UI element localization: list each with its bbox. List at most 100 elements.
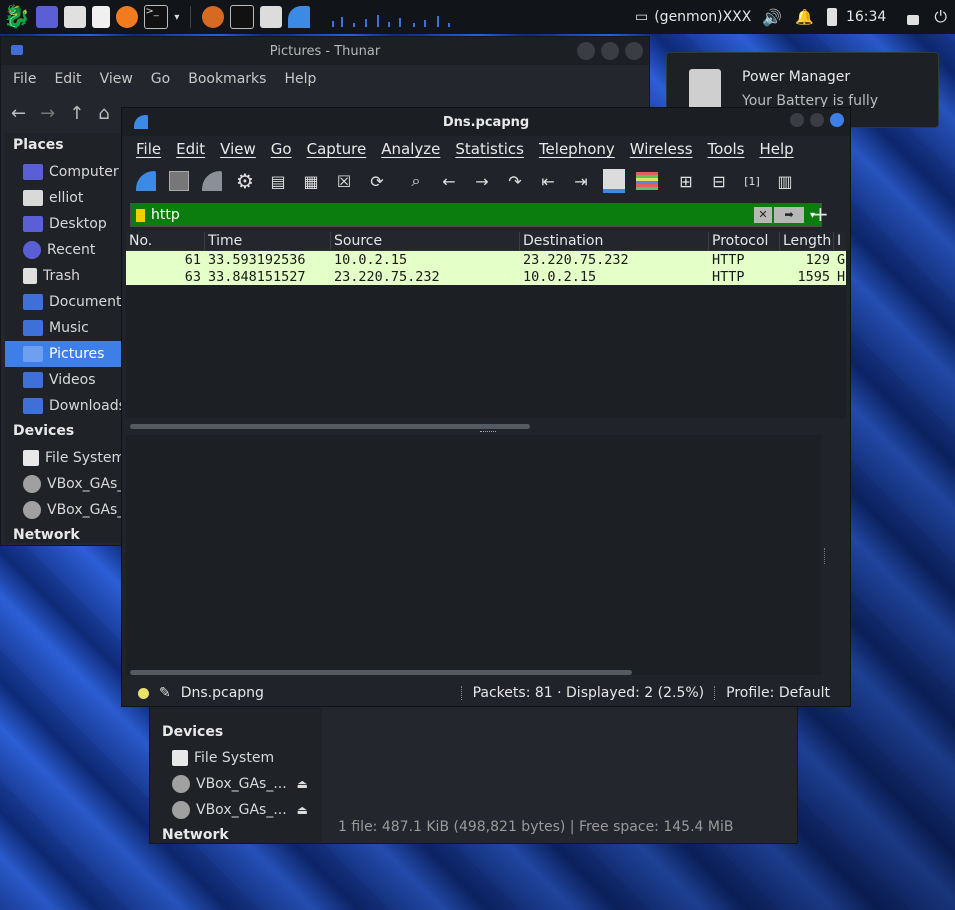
genmon-text[interactable]: (genmon)XXX bbox=[654, 4, 751, 30]
ws-menu-view[interactable]: View bbox=[220, 140, 256, 158]
column-protocol[interactable]: Protocol bbox=[709, 232, 780, 250]
save-file-icon[interactable]: ▦ bbox=[299, 169, 323, 193]
zoom-out-icon[interactable]: ⊟ bbox=[707, 169, 731, 193]
thunar-menu-edit[interactable]: Edit bbox=[54, 71, 81, 95]
kali-menu-button[interactable]: 🐉 bbox=[3, 4, 30, 30]
last-packet-icon[interactable]: ⇥ bbox=[569, 169, 593, 193]
thunar-maximize-button[interactable] bbox=[601, 42, 619, 60]
ws-menu-telephony[interactable]: Telephony bbox=[539, 140, 615, 158]
vertical-pane-grip[interactable] bbox=[824, 548, 828, 564]
up-arrow-icon[interactable]: ↑ bbox=[69, 103, 84, 124]
find-packet-icon[interactable]: ⌕ bbox=[404, 169, 428, 193]
stop-capture-icon[interactable] bbox=[167, 169, 191, 193]
zoom-in-icon[interactable]: ⊞ bbox=[674, 169, 698, 193]
sidebar-item-vbox-1[interactable]: VBox_GAs_... ⏏ bbox=[150, 771, 322, 797]
notifications-button[interactable]: 🔔 bbox=[795, 4, 814, 30]
ws-menu-go[interactable]: Go bbox=[271, 140, 292, 158]
volume-button[interactable]: 🔊 bbox=[762, 4, 782, 30]
display-filter-input[interactable]: http bbox=[151, 207, 754, 223]
taskbar-firefox[interactable] bbox=[202, 4, 225, 30]
go-back-icon[interactable]: ← bbox=[437, 169, 461, 193]
column-time[interactable]: Time bbox=[205, 232, 331, 250]
text-editor-launcher[interactable] bbox=[92, 4, 111, 30]
taskbar-thunar[interactable] bbox=[260, 4, 283, 30]
ws-menu-file[interactable]: File bbox=[136, 140, 161, 158]
sidebar-item-filesystem[interactable]: File System bbox=[150, 745, 322, 771]
capture-options-icon[interactable]: ⚙ bbox=[233, 169, 257, 193]
column-length[interactable]: Length bbox=[780, 232, 834, 250]
packet-list-scrollbar[interactable] bbox=[130, 424, 530, 429]
pane-splitter-handle[interactable] bbox=[480, 431, 496, 434]
sidebar-item-vbox-1[interactable]: VBox_GAs_ bbox=[5, 471, 122, 497]
ws-menu-wireless[interactable]: Wireless bbox=[630, 140, 693, 158]
ws-menu-help[interactable]: Help bbox=[759, 140, 793, 158]
terminal-launcher[interactable]: >_ bbox=[144, 4, 169, 30]
ws-menu-edit[interactable]: Edit bbox=[176, 140, 205, 158]
thunar-menu-file[interactable]: File bbox=[13, 71, 36, 95]
sidebar-item-documents[interactable]: Documents bbox=[5, 289, 122, 315]
thunar-menu-bookmarks[interactable]: Bookmarks bbox=[188, 71, 266, 95]
eject-icon[interactable]: ⏏ bbox=[297, 803, 308, 817]
taskbar-wireshark[interactable] bbox=[288, 4, 311, 30]
close-file-icon[interactable]: ☒ bbox=[332, 169, 356, 193]
packet-row[interactable]: 63 33.848151527 23.220.75.232 10.0.2.15 … bbox=[126, 268, 846, 285]
bookmark-icon[interactable] bbox=[136, 208, 145, 222]
wireshark-close-button[interactable] bbox=[830, 113, 844, 127]
thunar-menu-go[interactable]: Go bbox=[151, 71, 170, 95]
thunar-menu-help[interactable]: Help bbox=[284, 71, 316, 95]
add-filter-button-icon[interactable]: + bbox=[812, 202, 829, 226]
sidebar-item-desktop[interactable]: Desktop bbox=[5, 211, 122, 237]
sidebar-item-elliot[interactable]: elliot bbox=[5, 185, 122, 211]
clear-filter-icon[interactable]: ✕ bbox=[753, 207, 772, 223]
ws-menu-tools[interactable]: Tools bbox=[708, 140, 745, 158]
column-info[interactable]: I bbox=[834, 232, 846, 250]
thunar-close-button[interactable] bbox=[625, 42, 643, 60]
firefox-launcher[interactable] bbox=[116, 4, 139, 30]
launcher-dropdown[interactable]: ▾ bbox=[174, 4, 179, 30]
sidebar-item-trash[interactable]: Trash bbox=[5, 263, 122, 289]
back-arrow-icon[interactable]: ← bbox=[11, 103, 26, 124]
reload-file-icon[interactable]: ⟳ bbox=[365, 169, 389, 193]
file-manager-launcher[interactable] bbox=[64, 4, 87, 30]
lock-screen-button[interactable] bbox=[907, 4, 920, 30]
resize-columns-icon[interactable]: ▥ bbox=[773, 169, 797, 193]
ws-menu-capture[interactable]: Capture bbox=[307, 140, 367, 158]
wireshark-titlebar[interactable]: Dns.pcapng bbox=[122, 108, 850, 136]
sidebar-item-recent[interactable]: Recent bbox=[5, 237, 122, 263]
open-file-icon[interactable]: ▤ bbox=[266, 169, 290, 193]
sidebar-item-downloads[interactable]: Downloads bbox=[5, 393, 122, 419]
wireshark-maximize-button[interactable] bbox=[810, 113, 824, 127]
panel-clock[interactable]: 16:34 bbox=[846, 4, 886, 30]
sidebar-item-videos[interactable]: Videos bbox=[5, 367, 122, 393]
sidebar-item-music[interactable]: Music bbox=[5, 315, 122, 341]
ws-menu-statistics[interactable]: Statistics bbox=[455, 140, 524, 158]
first-packet-icon[interactable]: ⇤ bbox=[536, 169, 560, 193]
taskbar-terminal[interactable] bbox=[230, 4, 255, 30]
battery-button[interactable] bbox=[826, 4, 837, 30]
column-no[interactable]: No. bbox=[126, 232, 205, 250]
sidebar-item-pictures[interactable]: Pictures bbox=[5, 341, 122, 367]
packet-details-scrollbar[interactable] bbox=[130, 670, 632, 675]
column-source[interactable]: Source bbox=[331, 232, 520, 250]
logout-button[interactable]: ⏻ bbox=[934, 4, 947, 30]
eject-icon[interactable]: ⏏ bbox=[297, 777, 308, 791]
apply-filter-icon[interactable]: ➡ bbox=[773, 207, 804, 223]
go-to-packet-icon[interactable]: ↷ bbox=[503, 169, 527, 193]
show-desktop-button[interactable] bbox=[36, 4, 59, 30]
expert-info-icon[interactable] bbox=[138, 687, 149, 699]
sidebar-item-vbox-2[interactable]: VBox_GAs_... ⏏ bbox=[150, 797, 322, 823]
forward-arrow-icon[interactable]: → bbox=[40, 103, 55, 124]
start-capture-icon[interactable] bbox=[134, 169, 158, 193]
go-forward-icon[interactable]: → bbox=[470, 169, 494, 193]
ws-menu-analyze[interactable]: Analyze bbox=[381, 140, 440, 158]
genmon-icon-button[interactable]: ▭ bbox=[635, 4, 648, 30]
edit-comment-icon[interactable]: ✎ bbox=[159, 685, 171, 701]
packet-row[interactable]: 61 33.593192536 10.0.2.15 23.220.75.232 … bbox=[126, 251, 846, 268]
thunar-menu-view[interactable]: View bbox=[100, 71, 133, 95]
normal-size-icon[interactable]: [1] bbox=[740, 169, 764, 193]
wireshark-minimize-button[interactable] bbox=[790, 113, 804, 127]
status-profile[interactable]: Profile: Default bbox=[726, 685, 830, 701]
home-icon[interactable]: ⌂ bbox=[98, 103, 109, 124]
autoscroll-icon[interactable] bbox=[602, 169, 626, 193]
colorize-icon[interactable] bbox=[635, 169, 659, 193]
